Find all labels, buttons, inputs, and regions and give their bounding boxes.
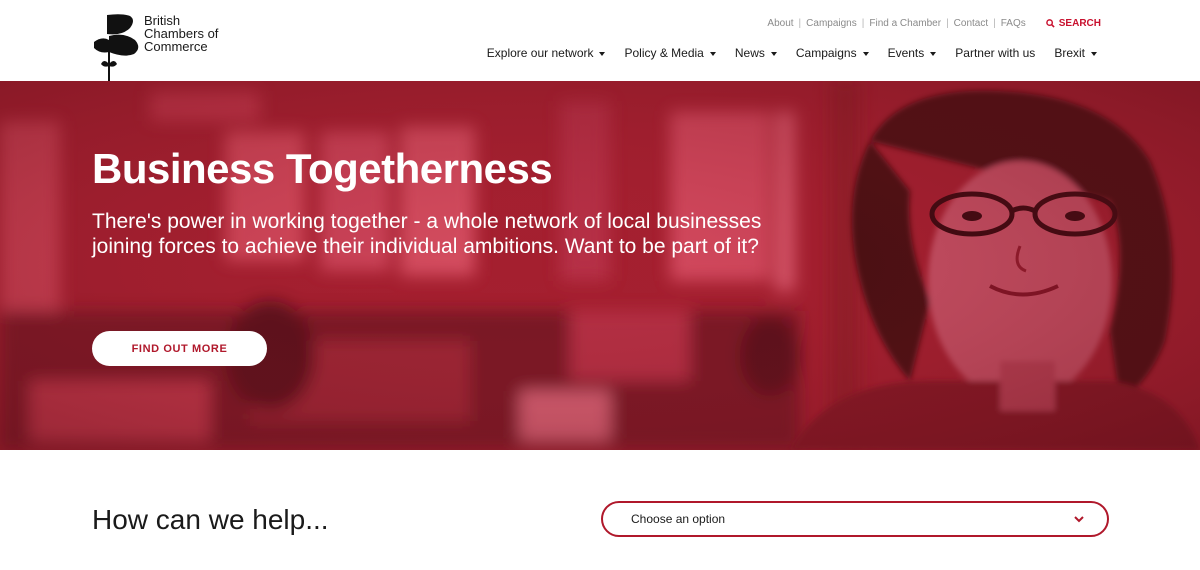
brand-name: British Chambers of Commerce: [144, 14, 218, 53]
bcc-logo[interactable]: British Chambers of Commerce: [92, 14, 232, 82]
chevron-down-icon: [709, 51, 716, 56]
nav-partner[interactable]: Partner with us: [955, 46, 1035, 60]
divider: |: [946, 18, 949, 29]
utility-link-about[interactable]: About: [767, 18, 793, 29]
utility-link-find-chamber[interactable]: Find a Chamber: [869, 18, 941, 29]
help-dropdown[interactable]: Choose an option: [601, 501, 1109, 537]
search-label: SEARCH: [1058, 18, 1101, 29]
utility-nav: About | Campaigns | Find a Chamber | Con…: [767, 18, 1101, 29]
hero-background-image: [0, 81, 1200, 450]
find-out-more-button[interactable]: FIND OUT MORE: [92, 331, 267, 366]
nav-label: Brexit: [1054, 46, 1085, 60]
chevron-down-icon: [1091, 51, 1097, 56]
nav-label: Partner with us: [955, 46, 1036, 60]
hero-subtitle: There's power in working together - a wh…: [92, 210, 762, 258]
utility-link-faqs[interactable]: FAQs: [1001, 18, 1026, 29]
hero-title: Business Togetherness: [92, 145, 553, 192]
nav-brexit[interactable]: Brexit: [1054, 46, 1097, 60]
utility-link-contact[interactable]: Contact: [954, 18, 988, 29]
nav-explore-network[interactable]: Explore our network: [487, 46, 606, 60]
hero-banner: Business Togetherness There's power in w…: [0, 81, 1200, 450]
site-header: British Chambers of Commerce About | Cam…: [0, 0, 1200, 82]
help-dropdown-value: Choose an option: [631, 512, 726, 526]
nav-label: Events: [887, 46, 925, 60]
nav-events[interactable]: Events: [888, 46, 937, 60]
bcc-logo-mark: [94, 14, 139, 82]
divider: |: [798, 18, 802, 29]
chevron-down-icon: [770, 51, 777, 56]
search-icon: [1045, 19, 1055, 28]
nav-label: News: [734, 46, 765, 60]
nav-label: Campaigns: [795, 46, 857, 60]
divider: |: [861, 18, 865, 29]
utility-link-campaigns[interactable]: Campaigns: [806, 18, 857, 29]
divider: |: [993, 18, 996, 29]
chevron-down-icon: [930, 51, 937, 56]
main-nav: Explore our network Policy & Media News …: [487, 46, 1097, 60]
search-button[interactable]: SEARCH: [1045, 18, 1101, 29]
nav-label: Policy & Media: [624, 46, 704, 60]
nav-news[interactable]: News: [735, 46, 777, 60]
chevron-down-icon: [599, 51, 606, 56]
nav-label: Explore our network: [486, 46, 594, 60]
nav-campaigns[interactable]: Campaigns: [796, 46, 869, 60]
brand-line-3: Commerce: [144, 39, 208, 54]
nav-policy-media[interactable]: Policy & Media: [624, 46, 716, 60]
chevron-down-icon: [1074, 516, 1084, 523]
chevron-down-icon: [862, 51, 869, 56]
help-title: How can we help...: [92, 504, 329, 535]
